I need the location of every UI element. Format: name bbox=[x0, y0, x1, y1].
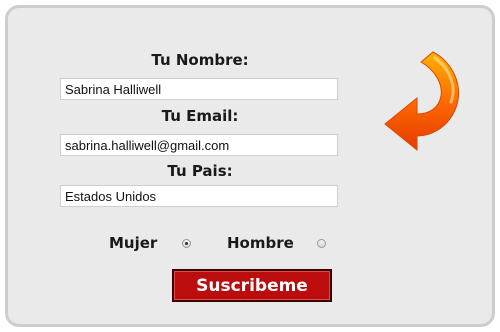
subscribe-button[interactable]: Suscribeme bbox=[172, 269, 332, 302]
gender-option-mujer-label: Mujer bbox=[109, 234, 158, 252]
country-input[interactable] bbox=[60, 185, 338, 207]
subscribe-form-card: Tu Nombre: Tu Email: Tu Pais: Mujer Homb… bbox=[5, 5, 495, 327]
email-label: Tu Email: bbox=[161, 107, 239, 125]
subscribe-button-label: Suscribeme bbox=[196, 275, 308, 296]
gender-radio-hombre[interactable] bbox=[317, 239, 326, 248]
country-label: Tu Pais: bbox=[167, 162, 233, 180]
gender-radio-mujer[interactable] bbox=[182, 239, 191, 248]
email-input[interactable] bbox=[60, 134, 338, 156]
gender-option-hombre-label: Hombre bbox=[227, 234, 294, 252]
curved-arrow-icon bbox=[384, 51, 460, 152]
name-label: Tu Nombre: bbox=[151, 51, 249, 69]
name-input[interactable] bbox=[60, 78, 338, 100]
